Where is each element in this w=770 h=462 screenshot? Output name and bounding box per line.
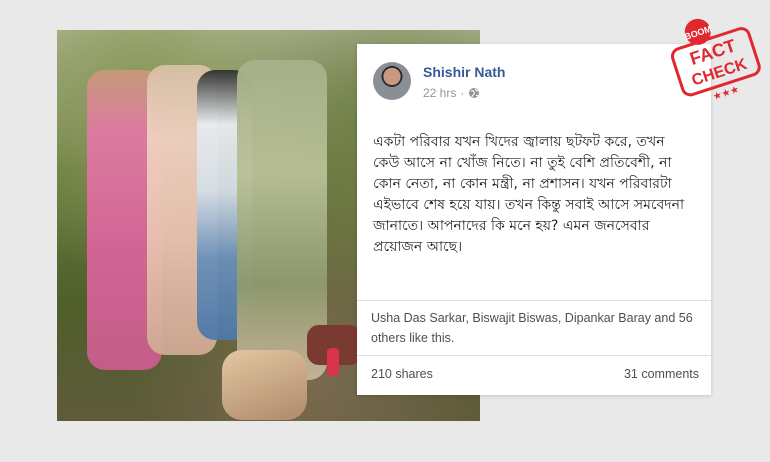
post-body-text: একটা পরিবার যখন খিদের জ্বালায় ছটফট করে,… — [373, 134, 685, 255]
bottle — [327, 348, 339, 376]
avatar[interactable] — [373, 62, 411, 100]
sack — [222, 350, 307, 420]
likes-summary[interactable]: Usha Das Sarkar, Biswajit Biswas, Dipank… — [371, 308, 701, 348]
divider — [357, 300, 711, 301]
fact-check-stamp: BOOM FACT CHECK ★★★ — [670, 18, 761, 103]
meta-separator: · — [460, 86, 465, 100]
post-meta: 22 hrs · — [423, 86, 480, 100]
author-name[interactable]: Shishir Nath — [423, 64, 505, 80]
post-time[interactable]: 22 hrs — [423, 86, 456, 100]
comments-count[interactable]: 31 comments — [624, 367, 699, 381]
divider — [357, 355, 711, 356]
globe-icon[interactable] — [468, 87, 480, 99]
shares-count[interactable]: 210 shares — [371, 367, 433, 381]
facebook-post-card: Shishir Nath 22 hrs · একটা পরিবার যখন খি… — [357, 44, 711, 395]
